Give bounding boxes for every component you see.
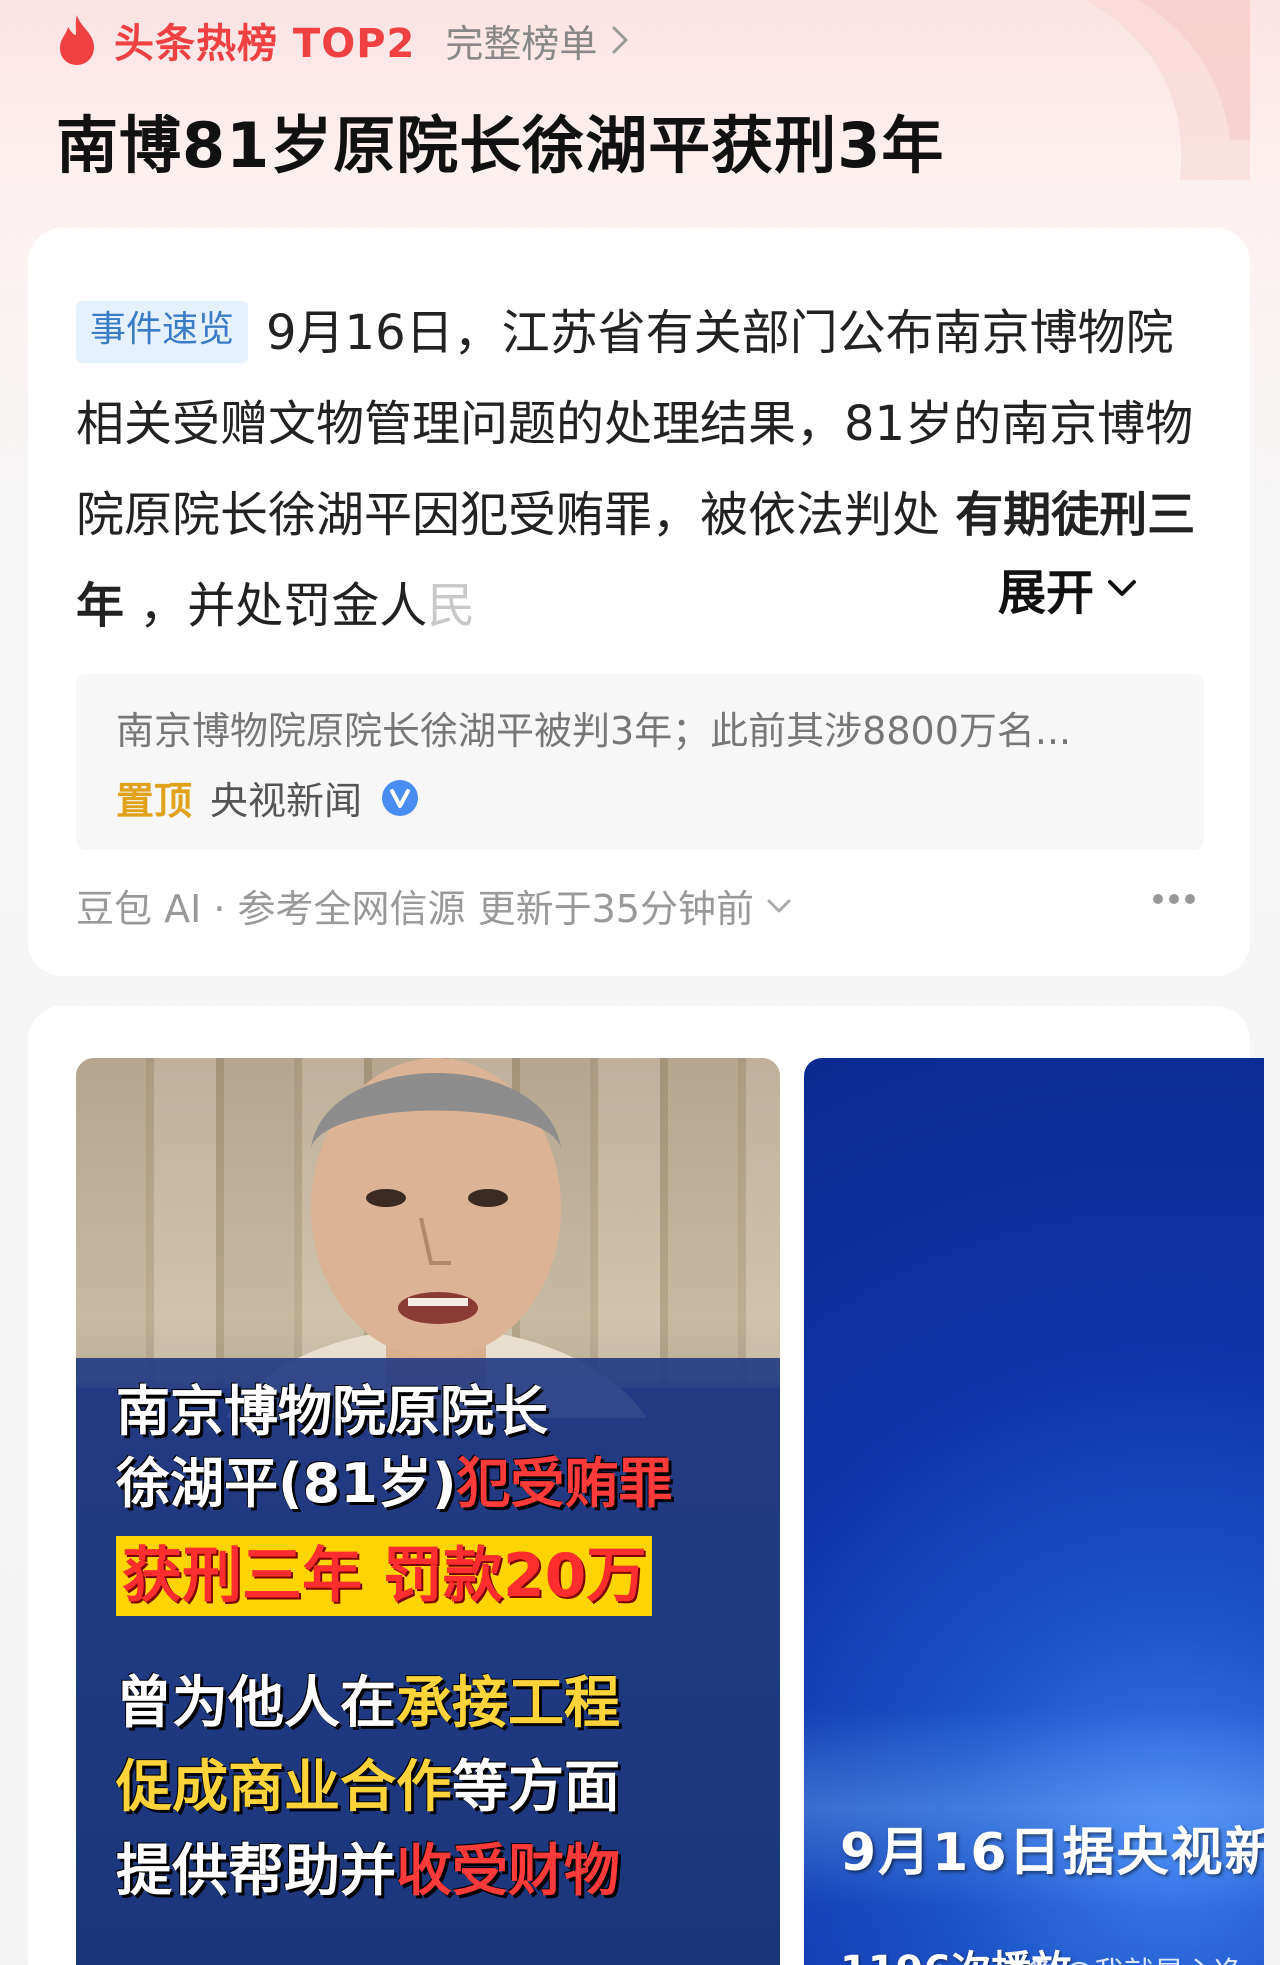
overlay-details: 曾为他人在承接工程 促成商业合作等方面 提供帮助并收受财物 — [116, 1662, 756, 1914]
overlay-line-6: 提供帮助并收受财物 — [116, 1830, 756, 1914]
video-thumbnail-2[interactable]: 9月16日据央视新 1196次播放 头条 @我就是心净 — [804, 1058, 1264, 1965]
chevron-down-icon — [1108, 580, 1137, 596]
more-options-icon[interactable] — [1152, 893, 1196, 905]
chevron-down-icon — [767, 899, 791, 912]
overlay-line-4b: 承接工程 — [396, 1671, 620, 1736]
overlay-highlight: 获刑三年 罚款20万 — [116, 1536, 653, 1616]
source-headline: 南京博物院原院长徐湖平被判3年；此前其涉8800万名... — [116, 709, 1072, 753]
hot-rank-label: 头条热榜 TOP2 — [114, 21, 416, 67]
overlay-line-4: 曾为他人在承接工程 — [116, 1662, 756, 1746]
overlay-line-5: 促成商业合作等方面 — [116, 1746, 756, 1830]
hot-list-header[interactable]: 头条热榜 TOP2 完整榜单 — [54, 10, 629, 70]
expand-label: 展开 — [998, 565, 1095, 621]
overlay-line-4a: 曾为他人在 — [116, 1671, 396, 1736]
chevron-right-icon — [612, 26, 628, 54]
source-article[interactable]: 南京博物院原院长徐湖平被判3年；此前其涉8800万名... 置顶 央视新闻 — [76, 674, 1204, 850]
source-meta: 置顶 央视新闻 — [116, 770, 420, 825]
overlay-line-1: 南京博物院原院长 — [116, 1380, 548, 1443]
overlay-line-2b: 犯受贿罪 — [456, 1452, 673, 1515]
overlay-line-6a: 提供帮助并 — [116, 1839, 396, 1904]
event-tag: 事件速览 — [76, 301, 249, 363]
page-title: 南博81岁原院长徐湖平获刑3年 — [56, 109, 945, 182]
event-summary-card: 事件速览 9月16日，江苏省有关部门公布南京博物院相关受赠文物管理问题的处理结果，… — [28, 228, 1250, 976]
overlay-caption: 南京博物院原院长 徐湖平(81岁)犯受贿罪 — [116, 1376, 756, 1520]
video-card-row: 南京博物院原院长 徐湖平(81岁)犯受贿罪 获刑三年 罚款20万 曾为他人在承接… — [28, 1006, 1264, 1965]
video-caption: 9月16日据央视新 — [840, 1823, 1264, 1883]
flame-icon — [60, 15, 94, 65]
overlay-line-2: 徐湖平(81岁)犯受贿罪 — [116, 1448, 756, 1520]
summary-text-fade: 民 — [427, 578, 476, 634]
full-list-label: 完整榜单 — [445, 21, 598, 66]
video-thumbnail-1[interactable]: 南京博物院原院长 徐湖平(81岁)犯受贿罪 获刑三年 罚款20万 曾为他人在承接… — [76, 1058, 780, 1965]
watermark: 头条 @我就是心净 — [994, 1948, 1244, 1965]
header-decoration — [1086, 0, 1250, 180]
overlay-line-6b: 收受财物 — [396, 1839, 620, 1904]
overlay-line-2a: 徐湖平(81岁) — [116, 1452, 457, 1515]
verified-icon — [382, 779, 419, 816]
ai-source-text: 豆包 AI · 参考全网信源 更新于35分钟前 — [76, 887, 754, 931]
full-list-link[interactable]: 完整榜单 — [445, 13, 629, 68]
overlay-line-5a: 促成商业合作 — [116, 1755, 452, 1820]
source-name: 央视新闻 — [210, 779, 363, 823]
expand-button[interactable]: 展开 — [988, 553, 1139, 623]
ai-source-footer[interactable]: 豆包 AI · 参考全网信源 更新于35分钟前 — [76, 878, 792, 933]
summary-text-part2: ，并处罚金人 — [124, 578, 428, 634]
overlay-line-5b: 等方面 — [452, 1755, 620, 1820]
pinned-badge: 置顶 — [116, 779, 193, 823]
